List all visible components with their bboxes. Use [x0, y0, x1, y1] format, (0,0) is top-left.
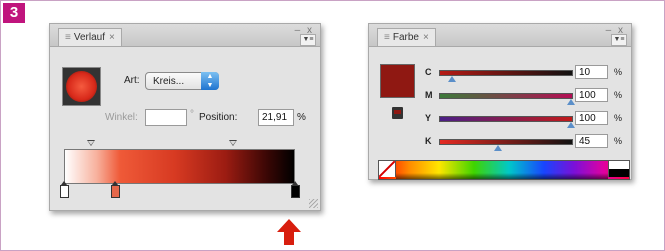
tab-label: Verlauf [73, 32, 105, 43]
channel-unit: % [614, 136, 623, 146]
gradient-type-select[interactable]: Kreis... ▲ ▼ [145, 72, 219, 90]
gradient-slider-bar[interactable] [64, 149, 295, 184]
none-color-icon[interactable] [379, 161, 396, 177]
resize-grip-icon[interactable] [309, 199, 318, 208]
channel-value-m[interactable] [575, 88, 608, 102]
gradient-panel: ≡ Verlauf × – x ▼≡ Art: Kreis... ▲ ▼ Winkel… [49, 23, 321, 211]
position-label: Position: [199, 112, 238, 123]
radial-gradient-preview [66, 71, 97, 102]
red-up-arrow-icon [277, 219, 301, 245]
tab-grip-icon: ≡ [65, 32, 71, 43]
black-white-swatch[interactable] [608, 161, 629, 177]
tab-grip-icon: ≡ [384, 32, 390, 43]
channel-slider-c[interactable] [439, 70, 573, 76]
channel-value-k[interactable] [575, 134, 608, 148]
channel-unit: % [614, 67, 623, 77]
tab-close-icon[interactable]: × [109, 32, 115, 43]
gradient-panel-tabbar: ≡ Verlauf × – x [50, 24, 320, 47]
channel-label-m: M [425, 90, 433, 100]
gradient-preview-swatch [62, 67, 101, 106]
channel-value-c[interactable] [575, 65, 608, 79]
channel-value-y[interactable] [575, 111, 608, 125]
gradient-type-value: Kreis... [153, 76, 185, 87]
spectrum-shade [396, 173, 608, 179]
out-of-gamut-printer-icon[interactable] [392, 107, 403, 119]
position-input[interactable] [258, 109, 294, 126]
channel-slider-thumb[interactable] [494, 145, 503, 151]
channel-slider-thumb[interactable] [567, 122, 575, 128]
gradient-color-stop[interactable] [110, 181, 120, 198]
gradient-midpoint-diamond[interactable] [229, 140, 237, 146]
angle-input[interactable] [145, 109, 187, 126]
gradient-midpoint-diamond[interactable] [87, 140, 95, 146]
angle-label: Winkel: [105, 112, 138, 123]
panel-menu-icon[interactable]: ▼≡ [300, 34, 316, 46]
tab-close-icon[interactable]: × [423, 32, 429, 43]
channel-slider-y[interactable] [439, 116, 573, 122]
channel-label-k: K [425, 136, 432, 146]
channel-label-y: Y [425, 113, 432, 123]
type-label: Art: [124, 75, 140, 86]
tab-label: Farbe [392, 32, 419, 43]
gradient-color-stop[interactable] [291, 181, 300, 198]
gradient-color-stop[interactable] [60, 181, 69, 198]
channel-unit: % [614, 113, 623, 123]
channel-slider-k[interactable] [439, 139, 573, 145]
channel-unit: % [614, 90, 623, 100]
degree-symbol: ° [190, 109, 194, 120]
panel-menu-icon[interactable]: ▼≡ [611, 34, 627, 46]
select-arrows-icon: ▲ ▼ [201, 72, 219, 90]
color-panel-tabbar: ≡ Farbe × – x [369, 24, 631, 47]
position-unit: % [297, 112, 306, 123]
fill-color-swatch[interactable] [380, 64, 415, 98]
tab-verlauf[interactable]: ≡ Verlauf × [58, 28, 122, 46]
figure-number-badge: 3 [3, 3, 25, 23]
color-spectrum-ramp[interactable] [378, 160, 630, 180]
channel-label-c: C [425, 67, 432, 77]
tab-farbe[interactable]: ≡ Farbe × [377, 28, 436, 46]
color-panel: ≡Farbe× – x ▼≡ C%M%Y%K% [368, 23, 632, 180]
channel-slider-thumb[interactable] [448, 76, 457, 82]
channel-slider-thumb[interactable] [567, 99, 575, 105]
channel-slider-m[interactable] [439, 93, 573, 99]
